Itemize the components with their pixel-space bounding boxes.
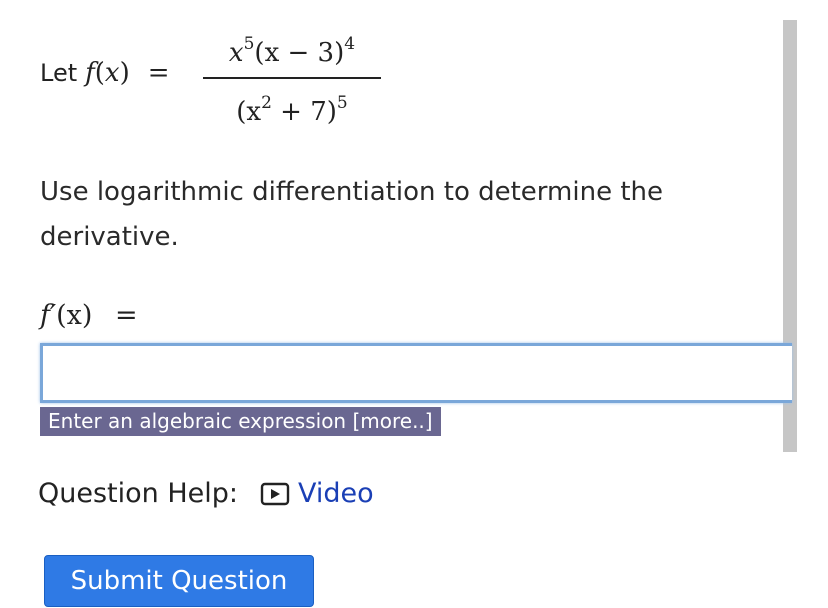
answer-input[interactable] xyxy=(40,343,792,403)
derivative-equals: = xyxy=(115,300,138,331)
function-fraction: x5(x − 3)4 (x2 + 7)5 xyxy=(203,22,381,134)
play-video-icon xyxy=(260,482,290,505)
denominator-rest: + 7) xyxy=(271,97,337,127)
function-definition: Let f(x) = xyxy=(40,58,184,88)
fraction-numerator: x5(x − 3)4 xyxy=(229,22,355,75)
question-prompt: Use logarithmic differentiation to deter… xyxy=(40,177,663,252)
derivative-argument: (x) xyxy=(56,300,93,331)
denominator-base: (x xyxy=(236,97,262,127)
submit-question-button[interactable]: Submit Question xyxy=(44,555,314,607)
function-name: f xyxy=(85,58,95,88)
denominator-base-exponent: 2 xyxy=(261,93,272,113)
fraction-denominator: (x2 + 7)5 xyxy=(236,81,347,134)
video-label: Video xyxy=(298,478,374,509)
derivative-label: f′(x) = xyxy=(40,300,138,331)
let-label: Let xyxy=(40,59,78,87)
numerator-factor: (x − 3) xyxy=(254,38,345,68)
video-link[interactable]: Video xyxy=(260,478,374,509)
numerator-base: x xyxy=(228,38,244,68)
equals-sign: = xyxy=(147,58,170,88)
question-help-label: Question Help: xyxy=(38,478,238,509)
numerator-factor-exponent: 4 xyxy=(344,34,356,54)
function-label: f(x) xyxy=(85,58,130,88)
fraction-bar xyxy=(203,77,381,79)
question-help: Question Help: Video xyxy=(38,478,374,509)
expression-hint[interactable]: Enter an algebraic expression [more..] xyxy=(40,407,441,436)
function-variable: x xyxy=(104,58,120,88)
denominator-exponent: 5 xyxy=(336,93,348,113)
derivative-function: f′ xyxy=(40,300,57,331)
numerator-base-exponent: 5 xyxy=(243,34,255,54)
